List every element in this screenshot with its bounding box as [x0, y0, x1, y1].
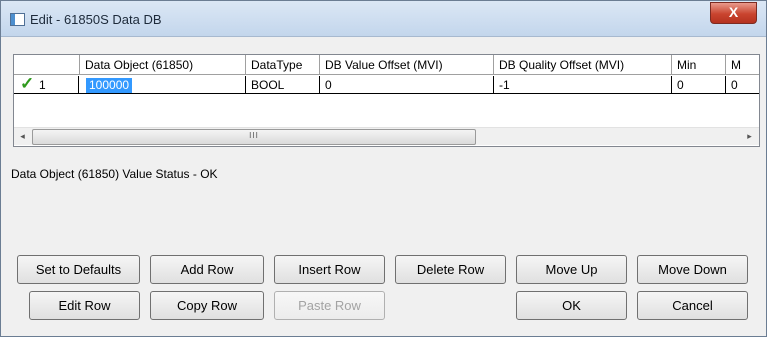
title-bar: Edit - 61850S Data DB X: [1, 1, 766, 37]
add-row-button[interactable]: Add Row: [150, 255, 264, 284]
column-header-min[interactable]: Min: [672, 55, 726, 75]
cancel-button[interactable]: Cancel: [637, 291, 748, 320]
insert-row-button[interactable]: Insert Row: [274, 255, 385, 284]
table-cell-db-quality-offset[interactable]: -1: [494, 76, 672, 94]
move-up-button[interactable]: Move Up: [516, 255, 627, 284]
close-button[interactable]: X: [710, 2, 757, 24]
delete-row-button[interactable]: Delete Row: [395, 255, 506, 284]
table-cell-max[interactable]: 0: [726, 76, 759, 94]
column-header-db-value-offset[interactable]: DB Value Offset (MVI): [320, 55, 494, 75]
scroll-left-icon[interactable]: ◂: [14, 128, 31, 145]
set-to-defaults-button[interactable]: Set to Defaults: [17, 255, 140, 284]
column-header-db-quality-offset[interactable]: DB Quality Offset (MVI): [494, 55, 672, 75]
edit-row-button[interactable]: Edit Row: [29, 291, 140, 320]
row-header-corner: [14, 55, 80, 75]
ok-button[interactable]: OK: [516, 291, 627, 320]
column-header-data-object[interactable]: Data Object (61850): [80, 55, 246, 75]
table-cell-datatype[interactable]: BOOL: [246, 76, 320, 94]
table-cell-data-object[interactable]: 100000: [79, 76, 246, 94]
table-cell-db-value-offset[interactable]: 0: [320, 76, 494, 94]
column-header-max[interactable]: M: [726, 55, 759, 75]
window-title: Edit - 61850S Data DB: [30, 12, 162, 27]
dialog-window: Edit - 61850S Data DB X Data Object (618…: [0, 0, 767, 337]
table-cell-min[interactable]: 0: [672, 76, 726, 94]
app-icon: [10, 13, 25, 26]
move-down-button[interactable]: Move Down: [637, 255, 748, 284]
value-status-text: Data Object (61850) Value Status - OK: [11, 167, 218, 181]
checkmark-icon: ✓: [20, 74, 35, 93]
paste-row-button[interactable]: Paste Row: [274, 291, 385, 320]
table-row-header[interactable]: ✓ 1: [14, 74, 79, 94]
selected-cell-value[interactable]: 100000: [86, 78, 133, 93]
row-number: 1: [39, 78, 46, 92]
scroll-right-icon[interactable]: ▸: [741, 128, 758, 145]
data-grid[interactable]: Data Object (61850) DataType DB Value Of…: [13, 54, 760, 147]
column-header-datatype[interactable]: DataType: [246, 55, 320, 75]
scrollbar-thumb[interactable]: III: [32, 129, 476, 145]
copy-row-button[interactable]: Copy Row: [150, 291, 264, 320]
horizontal-scrollbar[interactable]: ◂ III ▸: [14, 127, 759, 145]
